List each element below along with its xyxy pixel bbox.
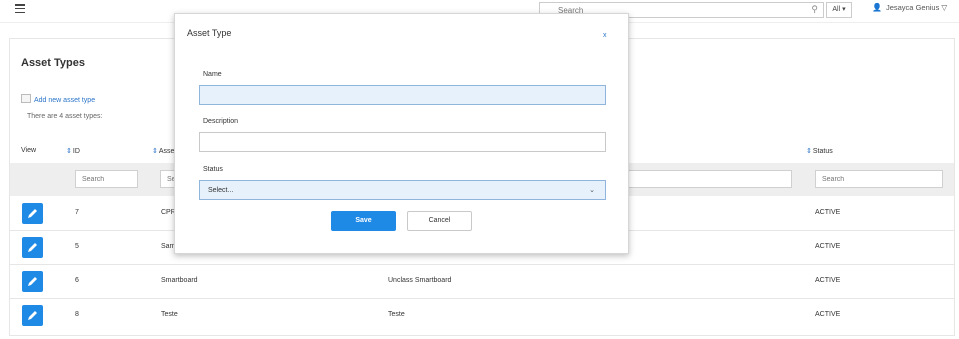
column-status-label: Status — [812, 148, 833, 155]
menu-icon[interactable] — [15, 4, 25, 14]
description-input[interactable] — [199, 132, 606, 152]
user-menu[interactable]: 👤 Jesayca Genius ▽ — [872, 3, 947, 12]
column-view: View — [21, 147, 37, 154]
filter-id-input[interactable] — [75, 170, 138, 188]
cell-description: Teste — [388, 311, 405, 318]
pencil-icon — [28, 243, 37, 252]
cell-name: Smartboard — [161, 277, 198, 284]
cell-id: 5 — [75, 243, 79, 250]
description-label: Description — [203, 118, 239, 125]
column-status[interactable]: ⇕Status — [806, 147, 833, 155]
cell-status: ACTIVE — [815, 277, 841, 284]
cell-status: ACTIVE — [815, 209, 841, 216]
edit-button[interactable] — [22, 271, 43, 292]
add-asset-type-link[interactable]: Add new asset type — [21, 94, 95, 104]
table-row: 6 Smartboard Unclass Smartboard ACTIVE — [10, 264, 954, 299]
cell-id: 7 — [75, 209, 79, 216]
cell-name: Teste — [161, 311, 178, 318]
column-id-label: ID — [72, 148, 80, 155]
sort-icon: ⇕ — [66, 148, 72, 155]
column-asset-type-label: Asse — [158, 148, 175, 155]
cell-description: Unclass Smartboard — [388, 277, 452, 284]
edit-button[interactable] — [22, 203, 43, 224]
cancel-button[interactable]: Cancel — [407, 211, 472, 231]
name-label: Name — [203, 71, 222, 78]
asset-count-text: There are 4 asset types: — [27, 113, 103, 120]
edit-button[interactable] — [22, 237, 43, 258]
close-icon[interactable]: x — [603, 32, 607, 39]
page-title: Asset Types — [21, 57, 85, 69]
user-icon: 👤 — [872, 3, 882, 12]
table-row: 8 Teste Teste ACTIVE — [10, 298, 954, 332]
save-button[interactable]: Save — [331, 211, 396, 231]
add-asset-type-label: Add new asset type — [34, 97, 96, 104]
status-label: Status — [203, 166, 223, 173]
asset-type-modal: Asset Type x Name Description Status Sel… — [174, 13, 629, 254]
column-asset-type[interactable]: ⇕Asse — [152, 147, 174, 155]
cell-status: ACTIVE — [815, 311, 841, 318]
search-scope-dropdown[interactable]: All ▾ — [826, 2, 852, 18]
edit-button[interactable] — [22, 305, 43, 326]
cell-status: ACTIVE — [815, 243, 841, 250]
status-select-value: Select... — [208, 187, 234, 194]
user-name: Jesayca Genius ▽ — [885, 3, 948, 12]
cell-id: 8 — [75, 311, 79, 318]
search-icon[interactable]: ⚲ — [811, 4, 818, 15]
sort-icon: ⇕ — [806, 148, 812, 155]
modal-title: Asset Type — [187, 28, 232, 38]
filter-description-input[interactable] — [627, 170, 792, 188]
status-select[interactable]: Select... ⌄ — [199, 180, 606, 200]
pencil-icon — [28, 209, 37, 218]
filter-status-input[interactable] — [815, 170, 943, 188]
cell-id: 6 — [75, 277, 79, 284]
pencil-icon — [28, 311, 37, 320]
pencil-icon — [28, 277, 37, 286]
chevron-down-icon: ⌄ — [589, 187, 595, 194]
document-icon — [21, 94, 31, 103]
sort-icon: ⇕ — [152, 148, 158, 155]
column-id[interactable]: ⇕ID — [66, 147, 80, 155]
name-input[interactable] — [199, 85, 606, 105]
